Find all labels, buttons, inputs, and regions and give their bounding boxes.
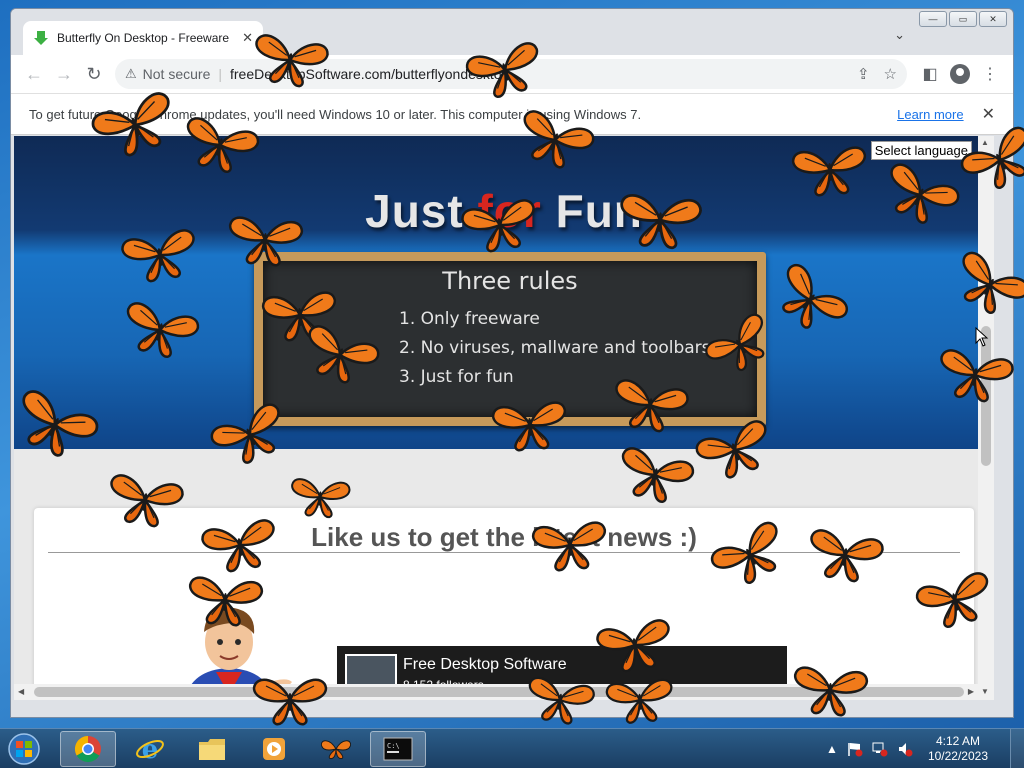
- url-text[interactable]: freeDesktopSoftware.com/butterflyondeskt…: [230, 66, 843, 82]
- hero-banner: Select language Just for Fun Three rules…: [14, 136, 994, 449]
- show-desktop-button[interactable]: [1010, 729, 1024, 768]
- taskbar-chrome[interactable]: [60, 731, 116, 767]
- taskbar-butterfly-on-desktop[interactable]: [308, 731, 364, 767]
- profile-button[interactable]: [945, 59, 975, 89]
- taskbar-file-explorer[interactable]: [184, 731, 240, 767]
- action-center-flag-icon[interactable]: [847, 741, 863, 757]
- address-bar[interactable]: ⚠ Not secure | freeDesktopSoftware.com/b…: [115, 59, 907, 89]
- side-panel-icon[interactable]: ◧: [915, 59, 945, 89]
- svg-text:C:\: C:\: [387, 742, 400, 750]
- back-button[interactable]: ←: [19, 59, 49, 89]
- hero-title: Just for Fun: [14, 184, 994, 238]
- system-tray: ▲ 4:12 AM 10/22/2023: [826, 729, 1024, 768]
- learn-more-link[interactable]: Learn more: [897, 107, 963, 122]
- tab-close-icon[interactable]: ✕: [242, 30, 253, 46]
- select-language-button[interactable]: Select language: [870, 141, 972, 160]
- vertical-scroll-thumb[interactable]: [981, 326, 991, 466]
- avatar-icon: [950, 64, 970, 84]
- horizontal-scrollbar[interactable]: ◀ ▶: [14, 684, 978, 700]
- card-heading: Like us to get the latest news :): [311, 522, 697, 552]
- svg-text:e: e: [142, 735, 159, 764]
- clock[interactable]: 4:12 AM 10/22/2023: [928, 734, 988, 764]
- window-controls: — ▭ ✕: [919, 11, 1007, 27]
- vertical-scrollbar[interactable]: ▲ ▼: [978, 136, 994, 700]
- rule-item: 1. Only freeware: [399, 309, 540, 329]
- divider: [48, 552, 960, 553]
- share-icon[interactable]: ⇪: [857, 65, 870, 83]
- rule-item: 2. No viruses, mallware and toolbars: [399, 338, 711, 358]
- folder-icon: [199, 739, 225, 760]
- close-window-button[interactable]: ✕: [979, 11, 1007, 27]
- tab-search-icon[interactable]: ⌄: [894, 27, 905, 43]
- tab-butterfly-on-desktop[interactable]: Butterfly On Desktop - Freeware ✕: [23, 21, 263, 55]
- update-infobar: To get future Google Chrome updates, you…: [11, 93, 1013, 135]
- internet-explorer-icon: e: [136, 735, 164, 764]
- hero-title-just: Just: [365, 185, 478, 237]
- scroll-right-arrow-icon[interactable]: ▶: [968, 687, 974, 696]
- separator: |: [218, 66, 222, 82]
- minimize-button[interactable]: —: [919, 11, 947, 27]
- butterfly-icon: [321, 740, 351, 760]
- hero-title-for: for: [477, 185, 542, 237]
- tab-strip: Butterfly On Desktop - Freeware ✕ ⌄ — ▭ …: [11, 9, 1013, 55]
- browser-window: Butterfly On Desktop - Freeware ✕ ⌄ — ▭ …: [10, 8, 1014, 718]
- warning-icon[interactable]: ⚠: [125, 66, 137, 82]
- bookmark-star-icon[interactable]: ☆: [884, 65, 897, 83]
- scroll-down-arrow-icon[interactable]: ▼: [981, 687, 989, 696]
- taskbar-command-prompt[interactable]: C:\: [370, 731, 426, 767]
- show-hidden-icons-arrow-icon[interactable]: ▲: [826, 742, 838, 756]
- board-title: Three rules: [442, 267, 578, 295]
- network-icon[interactable]: [872, 741, 888, 757]
- start-button[interactable]: [4, 731, 44, 767]
- taskbar: e C:\ ▲ 4:12 AM 10/22/2023: [0, 728, 1024, 768]
- rules-list: 1. Only freeware 2. No viruses, mallware…: [399, 305, 711, 392]
- horizontal-scroll-thumb[interactable]: [34, 687, 964, 697]
- taskbar-media-player[interactable]: [246, 731, 302, 767]
- not-secure-label[interactable]: Not secure: [143, 66, 211, 82]
- chrome-icon: [74, 735, 101, 763]
- command-prompt-icon: C:\: [383, 737, 413, 761]
- tab-title: Butterfly On Desktop - Freeware: [57, 31, 230, 45]
- clock-time: 4:12 AM: [935, 734, 980, 748]
- infobar-close-icon[interactable]: ✕: [982, 104, 995, 124]
- scroll-up-arrow-icon[interactable]: ▲: [981, 138, 989, 147]
- browser-toolbar: ← → ↻ ⚠ Not secure | freeDesktopSoftware…: [11, 55, 1013, 93]
- mouse-cursor-icon: [975, 327, 989, 347]
- taskbar-internet-explorer[interactable]: e: [122, 731, 178, 767]
- forward-button[interactable]: →: [49, 59, 79, 89]
- chrome-menu-icon[interactable]: ⋮: [975, 59, 1005, 89]
- scroll-left-arrow-icon[interactable]: ◀: [18, 687, 24, 696]
- rule-item: 3. Just for fun: [399, 367, 514, 387]
- social-card: Like us to get the latest news :) Free D…: [34, 508, 974, 700]
- web-page: Select language Just for Fun Three rules…: [14, 136, 994, 700]
- maximize-button[interactable]: ▭: [949, 11, 977, 27]
- download-favicon-icon: [33, 30, 49, 46]
- media-player-icon: [263, 738, 285, 760]
- infobar-message: To get future Google Chrome updates, you…: [29, 106, 642, 122]
- hero-title-fun: Fun: [541, 185, 643, 237]
- facebook-page-name[interactable]: Free Desktop Software: [403, 656, 567, 674]
- clock-date: 10/22/2023: [927, 749, 988, 763]
- chalkboard: Three rules 1. Only freeware 2. No virus…: [254, 252, 766, 426]
- reload-button[interactable]: ↻: [79, 59, 109, 89]
- volume-muted-icon[interactable]: [897, 741, 913, 757]
